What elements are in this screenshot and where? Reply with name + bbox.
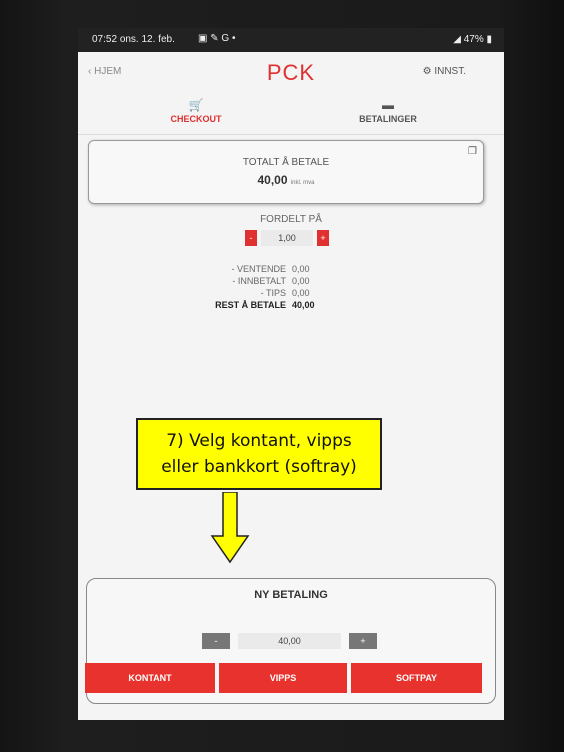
new-payment-panel: NY BETALING - 40,00 + KONTANT VIPPS SOFT… xyxy=(85,578,497,704)
summary-row: - TIPS 0,00 xyxy=(260,288,310,298)
total-amount: 40,00 inkl. mva xyxy=(257,173,315,187)
settings-button[interactable]: ⚙ INNST. xyxy=(423,66,466,77)
amount-minus-button[interactable]: - xyxy=(202,633,230,649)
amount-stepper: - 40,00 + xyxy=(202,633,377,649)
split-label: FORDELT PÅ xyxy=(260,214,322,225)
kontant-button[interactable]: KONTANT xyxy=(85,663,215,693)
vipps-button[interactable]: VIPPS xyxy=(219,663,347,693)
amount-plus-button[interactable]: + xyxy=(349,633,377,649)
payment-method-row: KONTANT VIPPS SOFTPAY xyxy=(85,663,497,693)
summary-row: - INNBETALT 0,00 xyxy=(232,276,310,286)
app-bar: ‹ HJEM PCK ⚙ INNST. xyxy=(78,52,504,94)
status-time: 07:52 ons. 12. feb. xyxy=(92,34,175,45)
status-icons: ▣ ✎ G • xyxy=(198,33,236,44)
down-arrow-icon xyxy=(210,492,250,564)
amount-value[interactable]: 40,00 xyxy=(238,633,341,649)
cart-icon: 🛒 xyxy=(188,98,204,112)
callout-line-1: 7) Velg kontant, vipps xyxy=(166,431,352,451)
payment-summary: - VENTENDE 0,00 - INNBETALT 0,00 - TIPS 0,0… xyxy=(178,264,418,312)
split-value[interactable]: 1,00 xyxy=(261,230,313,246)
battery-indicator: ◢ 47% ▮ xyxy=(453,34,492,45)
callout-line-2: eller bankkort (softray) xyxy=(161,457,357,477)
split-minus-button[interactable]: - xyxy=(245,230,257,246)
tab-bar: 🛒 CHECKOUT ▬ BETALINGER xyxy=(78,94,504,135)
total-card: ❐ TOTALT Å BETALE 40,00 inkl. mva xyxy=(88,140,484,204)
copy-icon[interactable]: ❐ xyxy=(468,146,477,157)
instruction-callout: 7) Velg kontant, vipps eller bankkort (s… xyxy=(136,418,382,490)
status-bar: 07:52 ons. 12. feb. ▣ ✎ G • ◢ 47% ▮ xyxy=(78,28,504,52)
card-icon: ▬ xyxy=(382,98,394,112)
softpay-button[interactable]: SOFTPAY xyxy=(351,663,482,693)
summary-row-remaining: REST Å BETALE 40,00 xyxy=(215,300,315,310)
new-payment-title: NY BETALING xyxy=(254,589,328,601)
gear-icon: ⚙ xyxy=(422,66,435,77)
tablet-screen: 07:52 ons. 12. feb. ▣ ✎ G • ◢ 47% ▮ ‹ HJ… xyxy=(78,28,504,720)
split-stepper: - 1,00 + xyxy=(245,230,329,246)
split-plus-button[interactable]: + xyxy=(317,230,329,246)
tab-betalinger[interactable]: ▬ BETALINGER xyxy=(348,98,428,124)
total-label: TOTALT Å BETALE xyxy=(242,157,330,168)
tab-checkout[interactable]: 🛒 CHECKOUT xyxy=(156,98,236,124)
summary-row: - VENTENDE 0,00 xyxy=(231,264,310,274)
